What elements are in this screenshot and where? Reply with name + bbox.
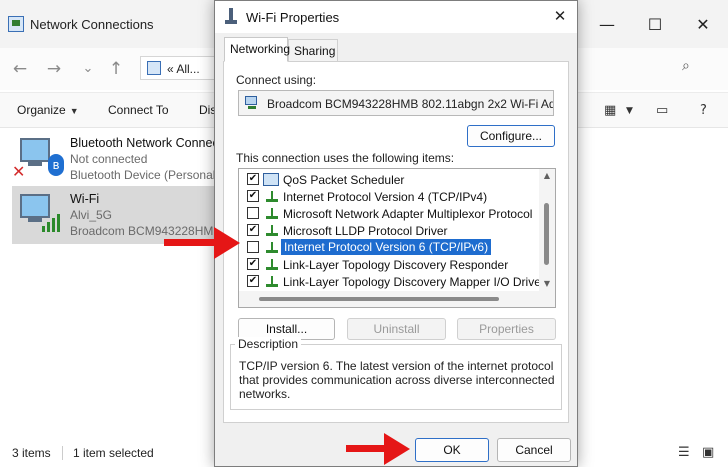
configure-button[interactable]: Configure... <box>467 125 555 147</box>
dialog-title: Wi-Fi Properties <box>246 10 340 25</box>
annotation-arrow-ok <box>346 432 412 466</box>
wifi-signal-icon <box>42 214 62 232</box>
items-label: This connection uses the following items… <box>236 151 455 165</box>
search-icon[interactable]: ⌕ <box>682 58 700 76</box>
checkbox-unchecked[interactable] <box>247 207 259 219</box>
components-list[interactable]: ✔ QoS Packet Scheduler ✔ Internet Protoc… <box>238 168 556 308</box>
ok-button[interactable]: OK <box>415 438 489 462</box>
protocol-icon <box>265 225 279 237</box>
maximize-button[interactable]: ☐ <box>632 10 678 40</box>
help-icon[interactable]: ? <box>700 103 716 118</box>
list-item[interactable]: Microsoft Network Adapter Multiplexor Pr… <box>239 205 539 222</box>
protocol-icon <box>265 276 279 288</box>
item-name: Wi-Fi <box>70 192 100 206</box>
protocol-icon <box>265 259 279 271</box>
checkbox-checked[interactable]: ✔ <box>247 275 259 287</box>
selection-count: 1 item selected <box>62 446 154 460</box>
item-status: Alvi_5G <box>70 208 113 222</box>
dialog-title-bar[interactable]: Wi-Fi Properties ✕ <box>215 1 577 33</box>
network-folder-icon <box>8 16 24 32</box>
recent-locations-icon[interactable]: ⌄ <box>76 58 100 80</box>
protocol-icon <box>265 208 279 220</box>
scroll-down-icon[interactable]: ▼ <box>539 277 555 291</box>
description-legend: Description <box>235 337 302 351</box>
list-item[interactable]: ✔ Link-Layer Topology Discovery Mapper I… <box>239 273 545 290</box>
back-arrow-icon[interactable]: ← <box>8 58 32 80</box>
preview-pane-icon[interactable]: ▭ <box>656 103 672 118</box>
networking-panel: Connect using: Broadcom BCM943228HMB 802… <box>223 61 569 423</box>
up-arrow-icon[interactable]: ↑ <box>104 58 128 80</box>
item-label: Internet Protocol Version 4 (TCP/IPv4) <box>283 190 488 204</box>
address-text: « All... <box>167 62 200 76</box>
explorer-title: Network Connections <box>30 17 154 32</box>
description-group: Description TCP/IP version 6. The latest… <box>230 337 562 410</box>
large-icons-view-icon[interactable]: ▣ <box>702 445 718 460</box>
annotation-arrow-ipv6 <box>164 226 242 260</box>
checkbox-checked[interactable]: ✔ <box>247 224 259 236</box>
wifi-properties-dialog: Wi-Fi Properties ✕ Networking Sharing Co… <box>214 0 578 467</box>
item-label: Link-Layer Topology Discovery Mapper I/O… <box>283 275 545 289</box>
item-label: Link-Layer Topology Discovery Responder <box>283 258 509 272</box>
checkbox-checked[interactable]: ✔ <box>247 190 259 202</box>
list-item[interactable]: ✔ QoS Packet Scheduler <box>239 171 539 188</box>
view-options-icon[interactable]: ▦ <box>604 103 620 118</box>
protocol-icon <box>265 242 279 254</box>
vertical-scrollbar[interactable]: ▲ ▼ <box>539 169 555 291</box>
list-item-bluetooth[interactable]: ✕ ʙ Bluetooth Network Connection Not con… <box>12 130 295 188</box>
checkbox-checked[interactable]: ✔ <box>247 173 259 185</box>
item-label: Microsoft Network Adapter Multiplexor Pr… <box>283 207 533 221</box>
bluetooth-icon: ʙ <box>48 154 64 176</box>
tab-sharing[interactable]: Sharing <box>288 39 338 61</box>
checkbox-checked[interactable]: ✔ <box>247 258 259 270</box>
close-window-button[interactable]: ✕ <box>680 10 726 40</box>
adapter-name: Broadcom BCM943228HMB 802.11abgn 2x2 Wi-… <box>267 97 554 111</box>
address-bar[interactable]: « All... <box>140 56 220 80</box>
list-item-ipv6[interactable]: Internet Protocol Version 6 (TCP/IPv6) <box>239 238 539 256</box>
disconnected-x-icon: ✕ <box>12 162 26 181</box>
item-label-selected: Internet Protocol Version 6 (TCP/IPv6) <box>279 238 493 256</box>
item-status: Not connected <box>70 152 148 166</box>
close-icon[interactable]: ✕ <box>549 5 571 27</box>
horizontal-scrollbar[interactable] <box>239 291 555 307</box>
tab-networking[interactable]: Networking <box>224 37 290 62</box>
control-panel-icon <box>147 61 161 75</box>
organize-menu[interactable]: Organize ▼ <box>17 103 79 117</box>
connect-to-button[interactable]: Connect To <box>108 103 169 117</box>
list-item[interactable]: ✔ Link-Layer Topology Discovery Responde… <box>239 256 539 273</box>
connect-using-label: Connect using: <box>236 73 317 87</box>
cancel-button[interactable]: Cancel <box>497 438 571 462</box>
chevron-down-icon: ▼ <box>69 106 79 116</box>
organize-label: Organize <box>17 103 66 117</box>
protocol-icon <box>265 191 279 203</box>
item-count: 3 items <box>12 446 51 460</box>
scroll-thumb[interactable] <box>544 203 549 265</box>
list-item[interactable]: ✔ Internet Protocol Version 4 (TCP/IPv4) <box>239 188 539 205</box>
checkbox-unchecked[interactable] <box>247 241 259 253</box>
network-plug-icon <box>225 8 237 26</box>
scheduler-icon <box>263 173 279 186</box>
forward-arrow-icon[interactable]: → <box>42 58 66 80</box>
adapter-field: Broadcom BCM943228HMB 802.11abgn 2x2 Wi-… <box>238 90 554 116</box>
minimize-button[interactable]: — <box>584 10 630 40</box>
description-text: TCP/IP version 6. The latest version of … <box>239 359 555 401</box>
details-view-icon[interactable]: ☰ <box>678 445 694 460</box>
chevron-down-icon[interactable]: ▼ <box>626 106 642 120</box>
list-item[interactable]: ✔ Microsoft LLDP Protocol Driver <box>239 222 539 239</box>
item-label: Microsoft LLDP Protocol Driver <box>283 224 448 238</box>
scroll-thumb[interactable] <box>259 297 499 301</box>
network-adapter-icon <box>245 96 261 110</box>
scroll-up-icon[interactable]: ▲ <box>539 169 555 183</box>
uninstall-button[interactable]: Uninstall <box>347 318 446 340</box>
item-label: QoS Packet Scheduler <box>283 173 405 187</box>
properties-button[interactable]: Properties <box>457 318 556 340</box>
